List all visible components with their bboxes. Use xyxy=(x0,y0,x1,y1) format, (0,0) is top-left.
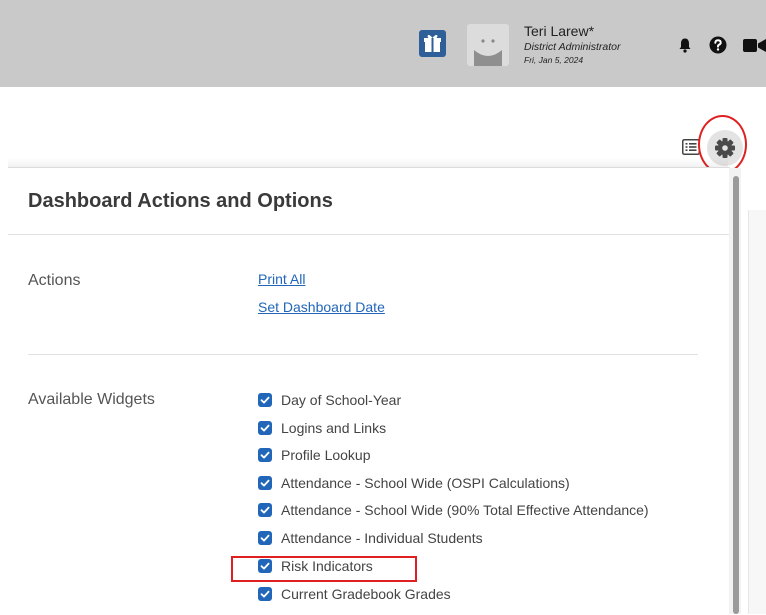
video-icon[interactable] xyxy=(743,38,766,53)
avatar-face-icon xyxy=(467,24,509,66)
print-all-link[interactable]: Print All xyxy=(258,271,305,287)
risk-indicators-highlight-annotation xyxy=(231,556,417,582)
available-widgets-label: Available Widgets xyxy=(28,391,155,408)
check-icon xyxy=(260,479,270,487)
widget-label: Logins and Links xyxy=(281,420,387,436)
panel-title: Dashboard Actions and Options xyxy=(28,190,333,212)
widget-item-profile-lookup[interactable]: Profile Lookup xyxy=(258,443,371,467)
avatar[interactable] xyxy=(467,24,509,66)
widget-item-current-gradebook-grades[interactable]: Current Gradebook Grades xyxy=(258,582,451,606)
widget-label: Attendance - Individual Students xyxy=(281,530,483,546)
checkbox-checked[interactable] xyxy=(258,503,272,517)
header-bar xyxy=(0,0,766,87)
check-icon xyxy=(260,451,270,459)
widget-label: Profile Lookup xyxy=(281,447,371,463)
check-icon xyxy=(260,590,270,598)
set-dashboard-date-link[interactable]: Set Dashboard Date xyxy=(258,299,385,315)
user-role: District Administrator xyxy=(524,41,621,53)
check-icon xyxy=(260,534,270,542)
gift-button[interactable] xyxy=(419,30,446,57)
actions-label: Actions xyxy=(28,272,81,289)
scrollbar-thumb[interactable] xyxy=(733,176,739,614)
background-content-strip xyxy=(748,210,766,614)
check-icon xyxy=(260,396,270,404)
user-date: Fri, Jan 5, 2024 xyxy=(524,55,584,65)
checkbox-checked[interactable] xyxy=(258,393,272,407)
check-icon xyxy=(260,506,270,514)
widget-item-attendance-individual[interactable]: Attendance - Individual Students xyxy=(258,526,483,550)
checkbox-checked[interactable] xyxy=(258,448,272,462)
widget-item-attendance-90-percent[interactable]: Attendance - School Wide (90% Total Effe… xyxy=(258,498,649,522)
checkbox-checked[interactable] xyxy=(258,476,272,490)
title-divider xyxy=(8,234,730,235)
bell-icon[interactable] xyxy=(677,37,693,53)
widget-label: Day of School-Year xyxy=(281,392,402,408)
help-icon[interactable] xyxy=(709,36,727,54)
check-icon xyxy=(260,424,270,432)
widget-item-logins-and-links[interactable]: Logins and Links xyxy=(258,416,386,440)
checkbox-checked[interactable] xyxy=(258,531,272,545)
widget-item-attendance-ospi[interactable]: Attendance - School Wide (OSPI Calculati… xyxy=(258,471,570,495)
checkbox-checked[interactable] xyxy=(258,587,272,601)
gift-icon xyxy=(424,34,441,52)
user-name[interactable]: Teri Larew* xyxy=(524,23,594,39)
widget-label: Current Gradebook Grades xyxy=(281,586,451,602)
widget-item-day-of-school-year[interactable]: Day of School-Year xyxy=(258,388,401,412)
section-divider xyxy=(28,354,698,355)
widget-label: Attendance - School Wide (90% Total Effe… xyxy=(281,502,649,518)
widget-label: Attendance - School Wide (OSPI Calculati… xyxy=(281,475,570,491)
checkbox-checked[interactable] xyxy=(258,421,272,435)
